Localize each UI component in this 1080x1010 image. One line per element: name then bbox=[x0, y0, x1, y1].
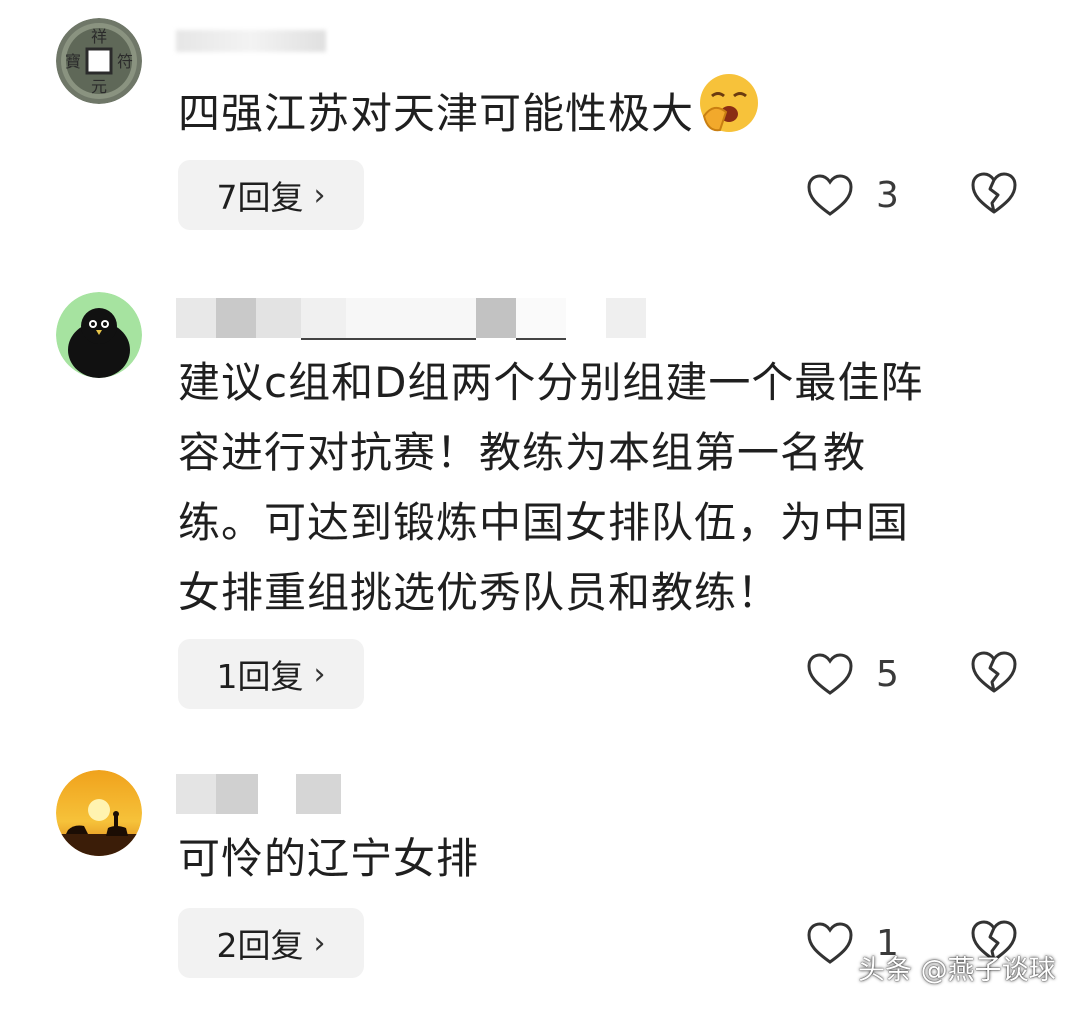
dislike-button[interactable] bbox=[970, 650, 1018, 698]
like-button[interactable]: 5 bbox=[806, 639, 899, 709]
yawning-face-emoji-icon bbox=[698, 72, 760, 155]
chevron-right-icon: › bbox=[313, 925, 326, 961]
replies-button[interactable]: 1回复 › bbox=[178, 639, 364, 709]
username-blurred[interactable] bbox=[176, 774, 376, 814]
heart-icon bbox=[807, 922, 853, 964]
comment-text-line: 建议c组和D组两个分别组建一个最佳阵 bbox=[178, 358, 924, 407]
watermark: 头条 @燕子谈球 bbox=[858, 955, 1056, 986]
svg-text:祥: 祥 bbox=[91, 27, 107, 46]
heart-icon bbox=[807, 653, 853, 695]
comment-text: 建议c组和D组两个分别组建一个最佳阵 容进行对抗赛！教练为本组第一名教 练。可达… bbox=[178, 348, 923, 628]
replies-button[interactable]: 7回复 › bbox=[178, 160, 364, 230]
svg-text:元: 元 bbox=[91, 77, 107, 96]
like-count: 3 bbox=[876, 174, 899, 216]
comment-text: 四强江苏对天津可能性极大 bbox=[178, 72, 760, 155]
heart-icon bbox=[807, 174, 853, 216]
comment-item: 建议c组和D组两个分别组建一个最佳阵 容进行对抗赛！教练为本组第一名教 练。可达… bbox=[0, 290, 1080, 720]
black-bird-avatar[interactable] bbox=[56, 292, 142, 378]
comment-item: 祥 元 寶 符 四强江苏对天津可能性极大 7回复 › 3 bbox=[0, 0, 1080, 250]
replies-button[interactable]: 2回复 › bbox=[178, 908, 364, 978]
chevron-right-icon: › bbox=[313, 656, 326, 692]
svg-text:符: 符 bbox=[117, 52, 133, 71]
broken-heart-icon bbox=[971, 172, 1017, 214]
broken-heart-icon bbox=[971, 651, 1017, 693]
svg-text:寶: 寶 bbox=[65, 52, 81, 71]
replies-label: 2回复 bbox=[216, 926, 304, 965]
sunset-buffalo-avatar[interactable] bbox=[56, 770, 142, 856]
comment-text-line: 女排重组挑选优秀队员和教练！ bbox=[178, 568, 781, 617]
username-blurred[interactable] bbox=[176, 30, 336, 52]
comment-text-content: 可怜的辽宁女排 bbox=[178, 834, 480, 883]
replies-label: 1回复 bbox=[216, 657, 304, 696]
username-blurred[interactable] bbox=[176, 298, 656, 340]
comment-text-line: 练。可达到锻炼中国女排队伍，为中国 bbox=[178, 498, 910, 547]
coin-avatar[interactable]: 祥 元 寶 符 bbox=[56, 18, 142, 104]
like-count: 5 bbox=[876, 653, 899, 695]
chevron-right-icon: › bbox=[313, 177, 326, 213]
comment-text: 可怜的辽宁女排 bbox=[178, 824, 479, 894]
comment-text-line: 容进行对抗赛！教练为本组第一名教 bbox=[178, 428, 867, 477]
comment-text-content: 四强江苏对天津可能性极大 bbox=[178, 89, 695, 138]
like-button[interactable]: 3 bbox=[806, 160, 899, 230]
replies-label: 7回复 bbox=[216, 178, 304, 217]
dislike-button[interactable] bbox=[970, 171, 1018, 219]
